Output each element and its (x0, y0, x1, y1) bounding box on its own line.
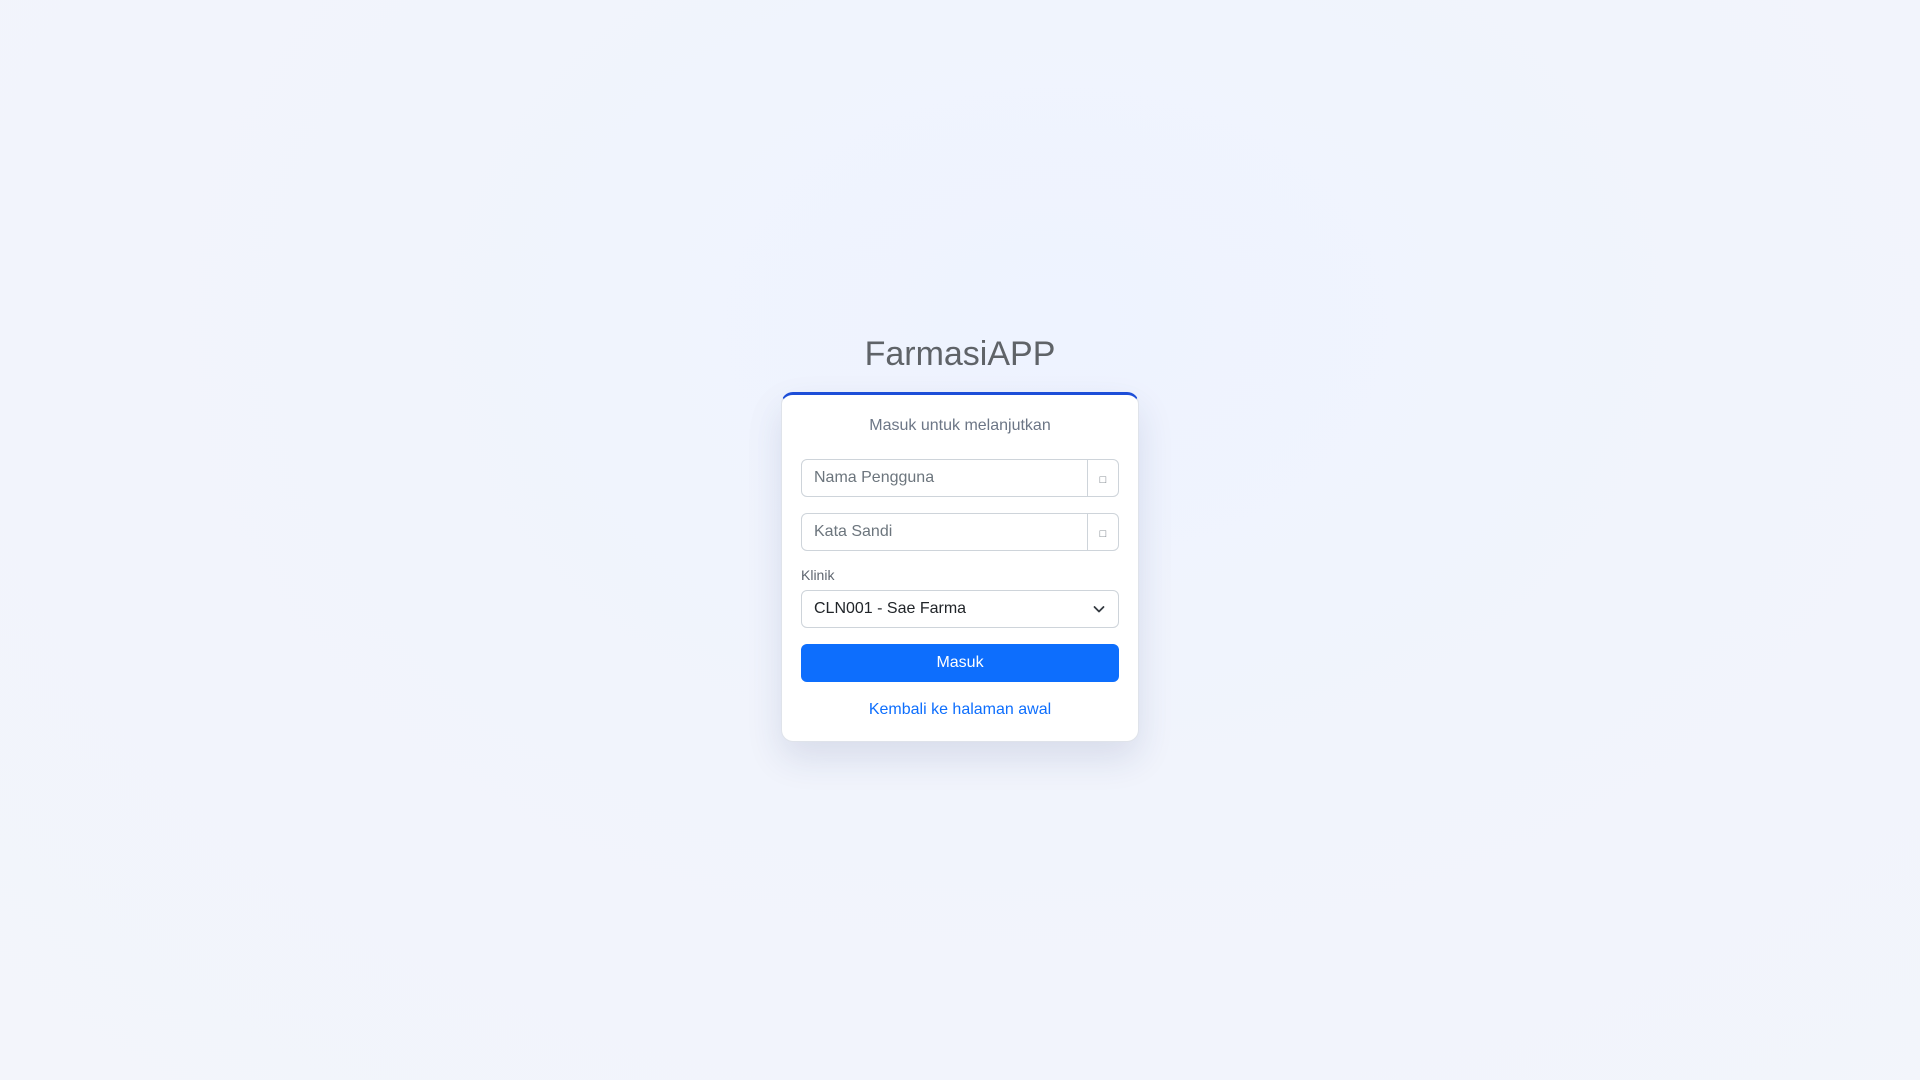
chevron-down-icon (1093, 606, 1105, 613)
username-input[interactable] (802, 460, 1087, 496)
clinic-select-value: CLN001 - Sae Farma (814, 600, 967, 617)
login-subtitle: Masuk untuk melanjutkan (869, 417, 1051, 434)
back-home-link[interactable]: Kembali ke halaman awal (801, 701, 1119, 719)
app-title: FarmasiAPP (864, 335, 1056, 373)
lock-icon: □ (1087, 514, 1118, 550)
username-input-group: □ (801, 459, 1119, 497)
login-card: Masuk untuk melanjutkan □ □ Klinik CLN00… (781, 392, 1139, 742)
clinic-select[interactable]: CLN001 - Sae Farma (801, 590, 1119, 628)
login-button[interactable]: Masuk (801, 644, 1119, 682)
password-input-group: □ (801, 513, 1119, 551)
user-icon: □ (1087, 460, 1118, 496)
login-container: FarmasiAPP Masuk untuk melanjutkan □ □ K… (781, 330, 1139, 742)
password-input[interactable] (802, 514, 1087, 550)
clinic-label: Klinik (801, 567, 835, 583)
